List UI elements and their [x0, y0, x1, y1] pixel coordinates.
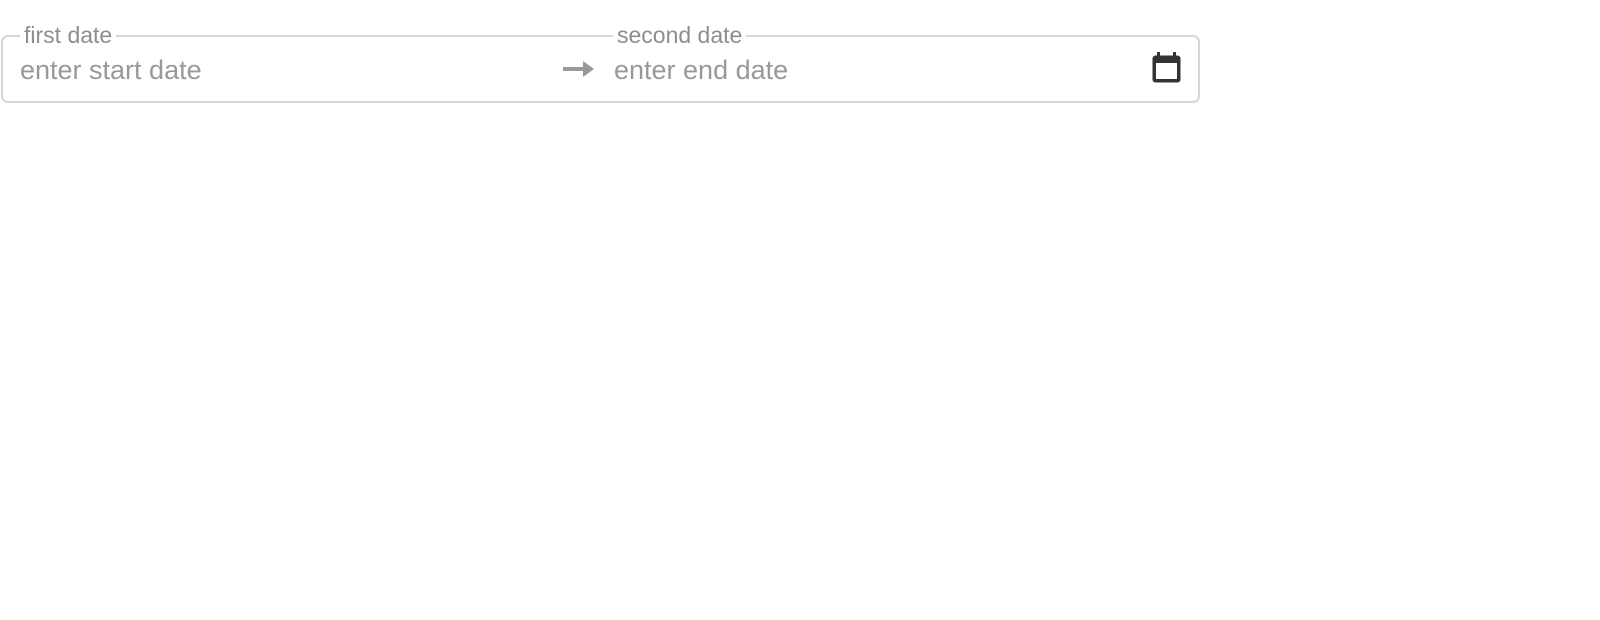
start-date-input[interactable]	[20, 53, 540, 87]
end-date-input[interactable]	[614, 53, 1124, 87]
end-date-legend: second date	[613, 22, 747, 48]
arrow-right-icon	[563, 61, 594, 77]
start-date-legend: first date	[20, 22, 117, 48]
date-range-picker: first date second date	[1, 0, 1200, 104]
calendar-icon[interactable]	[1151, 52, 1182, 84]
